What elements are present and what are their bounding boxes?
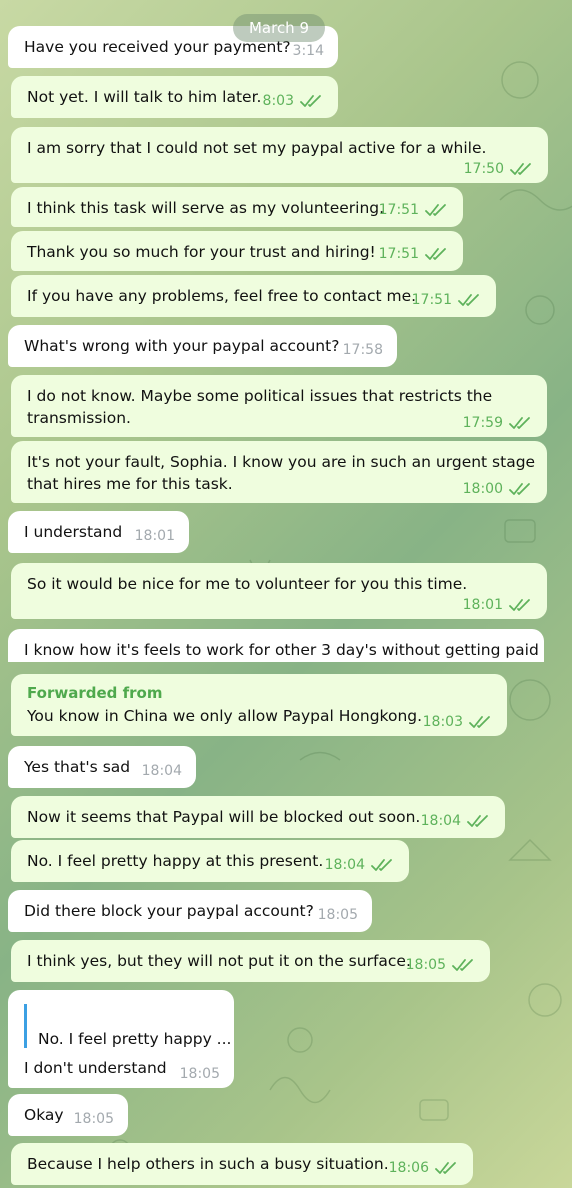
double-check-icon bbox=[509, 416, 533, 430]
message-timestamp: 18:00 bbox=[462, 481, 503, 497]
message-text: So it would be nice for me to volunteer … bbox=[27, 575, 468, 593]
message-timestamp: 18:01 bbox=[462, 597, 503, 613]
double-check-icon bbox=[300, 94, 324, 108]
incoming-message-bubble[interactable]: Did there block your paypal account? 18:0… bbox=[8, 890, 372, 932]
message-meta: 18:03 bbox=[423, 714, 493, 730]
message-meta: 17:59 bbox=[463, 415, 533, 431]
outgoing-message-bubble[interactable]: Now it seems that Paypal will be blocked… bbox=[11, 796, 505, 838]
double-check-icon bbox=[510, 162, 534, 176]
message-text: Not yet. I will talk to him later. bbox=[27, 88, 262, 106]
double-check-icon bbox=[425, 247, 449, 261]
double-check-icon bbox=[452, 958, 476, 972]
outgoing-message-bubble[interactable]: If you have any problems, feel free to c… bbox=[11, 275, 496, 317]
message-text: Okay bbox=[24, 1106, 64, 1124]
double-check-icon bbox=[469, 715, 493, 729]
message-timestamp: 17:59 bbox=[462, 415, 503, 431]
outgoing-message-bubble[interactable]: Thank you so much for your trust and hir… bbox=[11, 231, 463, 271]
incoming-message-bubble[interactable]: I know how it's feels to work for other … bbox=[8, 629, 544, 662]
message-meta: 17:50 bbox=[464, 161, 534, 177]
message-meta: 17:58 bbox=[343, 342, 383, 358]
outgoing-message-bubble[interactable]: Not yet. I will talk to him later. 8:03 bbox=[11, 76, 338, 118]
outgoing-message-bubble[interactable]: I think yes, but they will not put it on… bbox=[11, 940, 490, 982]
message-text: Yes that's sad bbox=[24, 758, 131, 776]
truncation-fade bbox=[8, 656, 544, 662]
message-text: Thank you so much for your trust and hir… bbox=[27, 243, 376, 261]
message-meta: 17:51 bbox=[379, 246, 449, 262]
message-meta: 18:04 bbox=[421, 813, 491, 829]
message-text: No. I feel pretty happy at this present. bbox=[27, 852, 324, 870]
reply-quote[interactable]: No. I feel pretty happy ... bbox=[24, 1004, 231, 1048]
forwarded-from-label[interactable]: Forwarded from bbox=[27, 684, 162, 702]
message-timestamp: 18:05 bbox=[405, 957, 446, 973]
message-text: You know in China we only allow Paypal H… bbox=[27, 707, 423, 725]
message-timestamp: 17:58 bbox=[342, 342, 383, 358]
message-text: Because I help others in such a busy sit… bbox=[27, 1155, 389, 1173]
reply-quote-text: No. I feel pretty happy ... bbox=[38, 1030, 232, 1048]
message-timestamp: 8:03 bbox=[262, 93, 294, 109]
double-check-icon bbox=[509, 598, 533, 612]
incoming-message-bubble[interactable]: I understand 18:01 bbox=[8, 511, 189, 553]
outgoing-message-bubble[interactable]: I am sorry that I could not set my paypa… bbox=[11, 127, 548, 183]
message-text: If you have any problems, feel free to c… bbox=[27, 287, 417, 305]
outgoing-message-bubble[interactable]: It's not your fault, Sophia. I know you … bbox=[11, 441, 547, 503]
incoming-message-bubble[interactable]: Okay 18:05 bbox=[8, 1094, 128, 1136]
message-meta: 18:05 bbox=[318, 907, 358, 923]
incoming-message-bubble[interactable]: Yes that's sad 18:04 bbox=[8, 746, 196, 788]
message-text: It's not your fault, Sophia. I know you … bbox=[27, 453, 536, 493]
message-text: Now it seems that Paypal will be blocked… bbox=[27, 808, 421, 826]
outgoing-message-bubble[interactable]: So it would be nice for me to volunteer … bbox=[11, 563, 547, 619]
message-timestamp: 3:14 bbox=[292, 43, 324, 59]
message-meta: 17:51 bbox=[379, 202, 449, 218]
outgoing-message-bubble[interactable]: I think this task will serve as my volun… bbox=[11, 187, 463, 227]
double-check-icon bbox=[509, 482, 533, 496]
double-check-icon bbox=[435, 1161, 459, 1175]
message-timestamp: 18:06 bbox=[388, 1160, 429, 1176]
message-timestamp: 17:51 bbox=[378, 246, 419, 262]
message-timestamp: 18:04 bbox=[420, 813, 461, 829]
outgoing-message-bubble[interactable]: No. I feel pretty happy at this present.… bbox=[11, 840, 409, 882]
message-timestamp: 18:03 bbox=[422, 714, 463, 730]
message-timestamp: 17:50 bbox=[463, 161, 504, 177]
message-text: What's wrong with your paypal account? bbox=[24, 337, 340, 355]
message-meta: 18:01 bbox=[135, 528, 175, 544]
double-check-icon bbox=[371, 858, 395, 872]
message-text: Did there block your paypal account? bbox=[24, 902, 314, 920]
message-meta: 18:05 bbox=[74, 1111, 114, 1127]
message-meta: 18:04 bbox=[142, 763, 182, 779]
outgoing-message-bubble[interactable]: Forwarded from You know in China we only … bbox=[11, 674, 507, 736]
message-timestamp: 18:04 bbox=[141, 763, 182, 779]
double-check-icon bbox=[467, 814, 491, 828]
message-meta: 18:05 bbox=[406, 957, 476, 973]
message-timestamp: 17:51 bbox=[411, 292, 452, 308]
message-meta: 18:04 bbox=[325, 857, 395, 873]
incoming-message-bubble[interactable]: No. I feel pretty happy ... I don't under… bbox=[8, 990, 234, 1088]
message-timestamp: 18:04 bbox=[324, 857, 365, 873]
message-timestamp: 18:05 bbox=[73, 1111, 114, 1127]
incoming-message-bubble[interactable]: What's wrong with your paypal account? 17… bbox=[8, 325, 397, 367]
message-meta: 3:14 bbox=[293, 43, 324, 59]
message-text: I understand bbox=[24, 523, 123, 541]
outgoing-message-bubble[interactable]: I do not know. Maybe some political issu… bbox=[11, 375, 547, 437]
date-separator: March 9 bbox=[233, 14, 325, 42]
message-text: I think yes, but they will not put it on… bbox=[27, 952, 411, 970]
message-timestamp: 18:05 bbox=[317, 907, 358, 923]
message-meta: 18:06 bbox=[389, 1160, 459, 1176]
message-meta: 18:05 bbox=[180, 1066, 220, 1082]
double-check-icon bbox=[425, 203, 449, 217]
message-text: I think this task will serve as my volun… bbox=[27, 199, 385, 217]
double-check-icon bbox=[458, 293, 482, 307]
outgoing-message-bubble[interactable]: Because I help others in such a busy sit… bbox=[11, 1143, 473, 1185]
message-timestamp: 17:51 bbox=[378, 202, 419, 218]
message-timestamp: 18:01 bbox=[134, 528, 175, 544]
message-meta: 18:01 bbox=[463, 597, 533, 613]
message-meta: 17:51 bbox=[412, 292, 482, 308]
message-text: I don't understand bbox=[24, 1059, 167, 1077]
message-meta: 18:00 bbox=[463, 481, 533, 497]
message-meta: 8:03 bbox=[263, 93, 324, 109]
message-text: I am sorry that I could not set my paypa… bbox=[27, 139, 487, 157]
message-timestamp: 18:05 bbox=[179, 1066, 220, 1082]
message-text: I do not know. Maybe some political issu… bbox=[27, 387, 493, 427]
